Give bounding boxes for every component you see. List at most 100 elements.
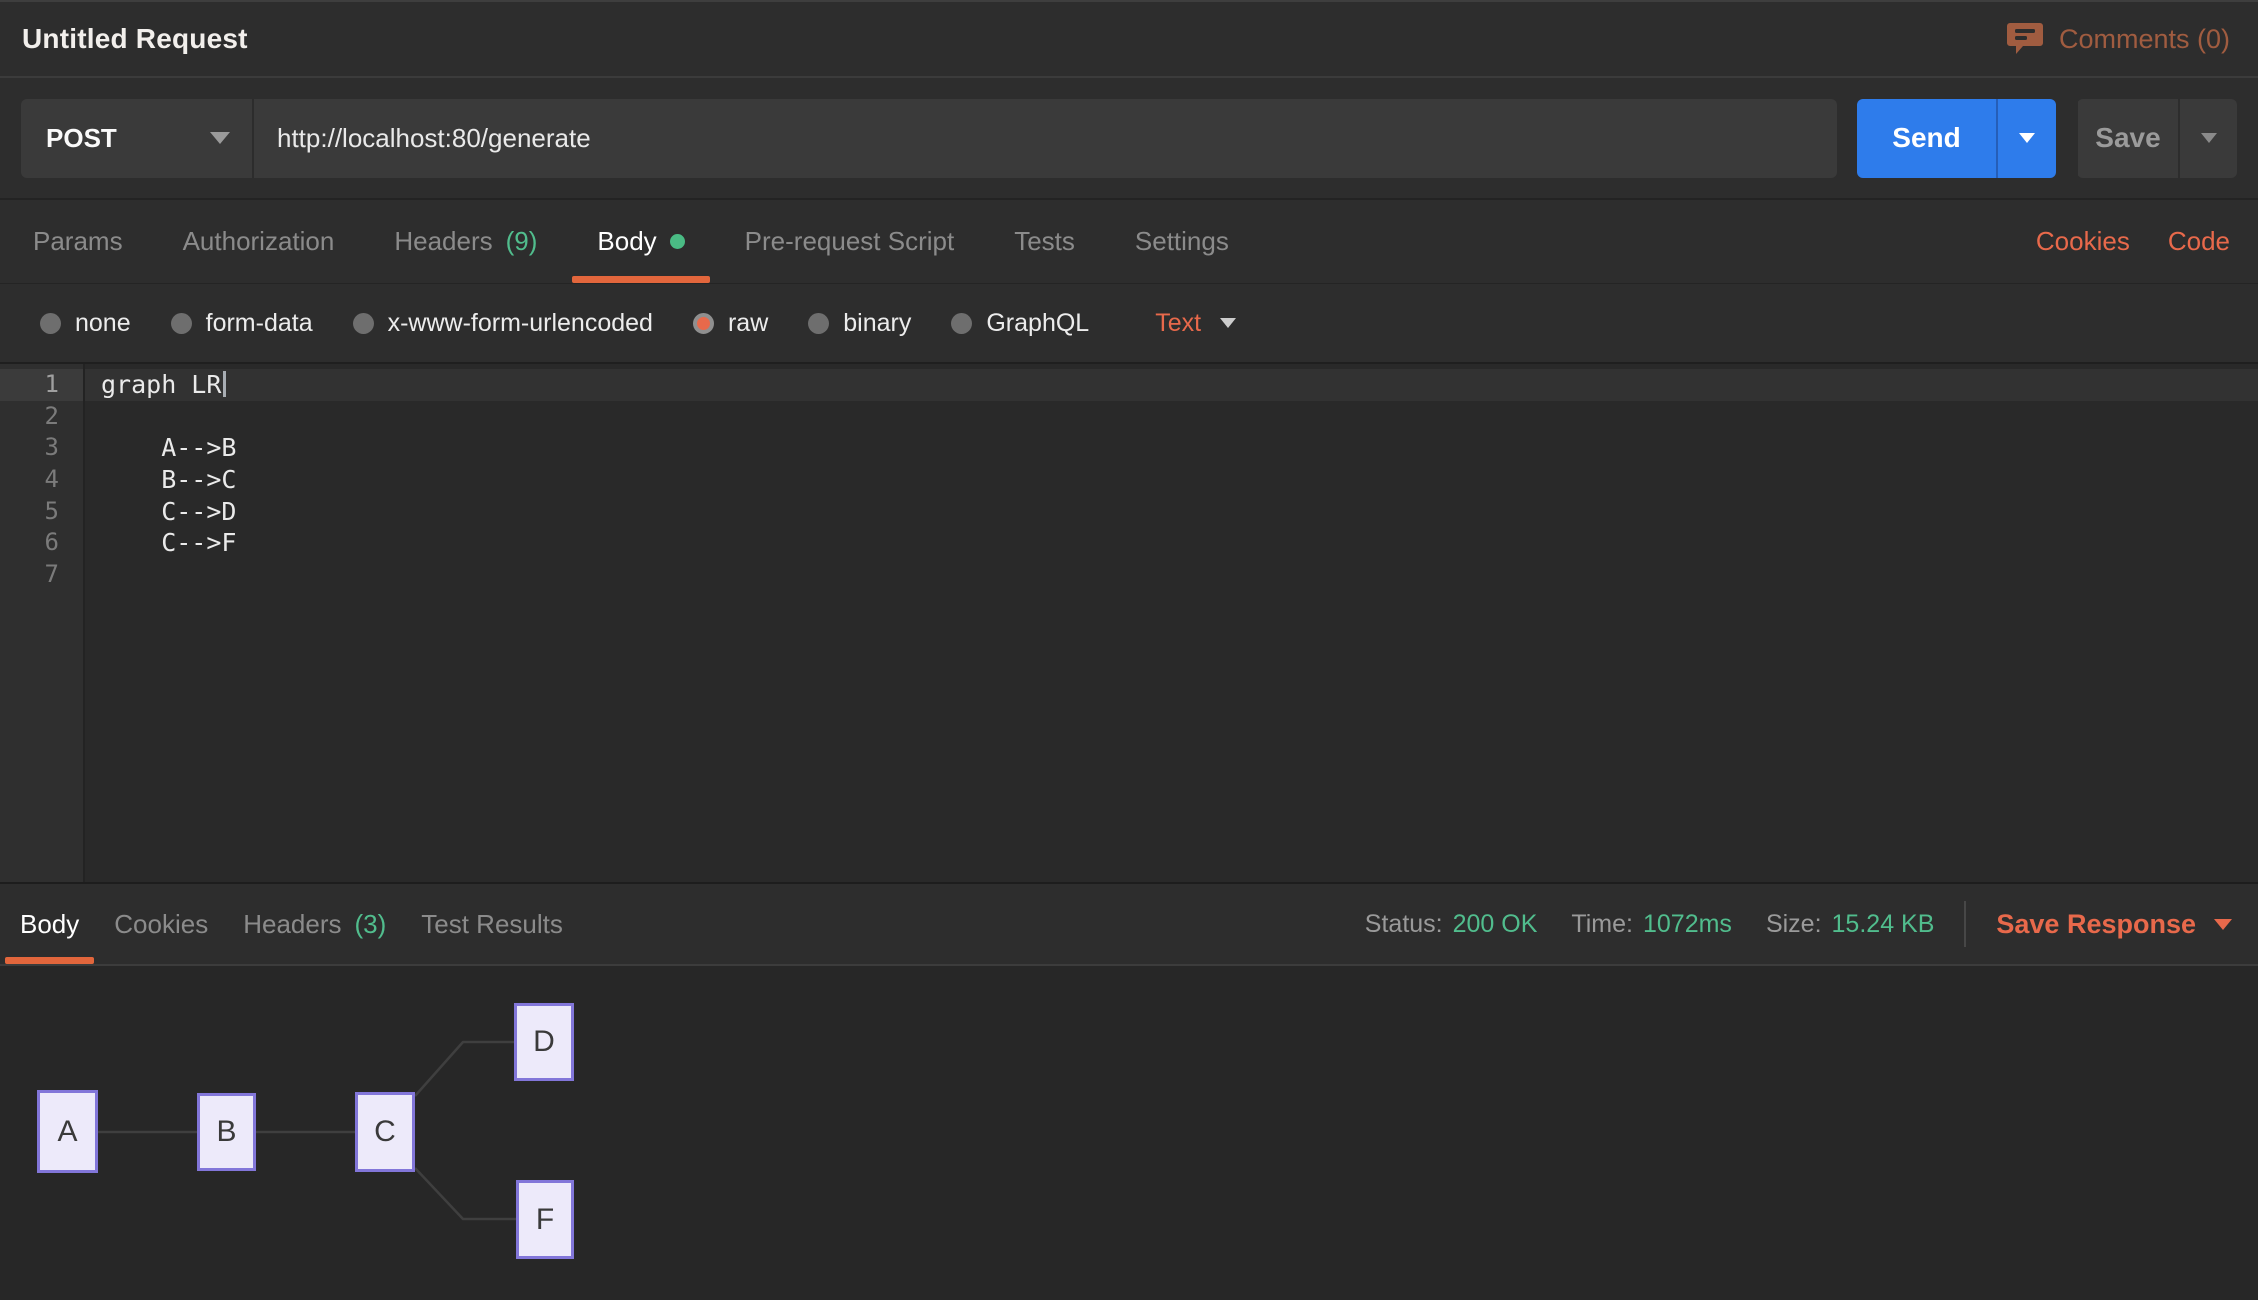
code-line[interactable]: B-->C	[85, 464, 2258, 496]
method-label: POST	[46, 123, 117, 154]
radio-icon	[171, 313, 192, 334]
radio-icon	[693, 313, 714, 334]
url-text: http://localhost:80/generate	[277, 123, 591, 154]
comment-icon	[2007, 23, 2043, 55]
size-value: 15.24 KB	[1832, 910, 1935, 939]
status-stat: Status: 200 OK	[1365, 910, 1538, 939]
body-type-radios: none form-data x-www-form-urlencoded raw bin…	[40, 309, 1089, 338]
tab-tests[interactable]: Tests	[989, 200, 1100, 283]
radio-icon	[40, 313, 61, 334]
app-window: Untitled Request Comments (0) POST http:…	[0, 0, 2258, 1300]
radio-icon	[353, 313, 374, 334]
chevron-down-icon	[2019, 133, 2035, 143]
url-input[interactable]: http://localhost:80/generate	[254, 99, 1837, 178]
send-button[interactable]: Send	[1857, 99, 1996, 178]
time-stat: Time: 1072ms	[1571, 910, 1732, 939]
tab-settings[interactable]: Settings	[1110, 200, 1254, 283]
comments-button[interactable]: Comments (0)	[2007, 23, 2230, 55]
radio-icon	[951, 313, 972, 334]
raw-format-label: Text	[1155, 309, 1201, 338]
url-composer: POST http://localhost:80/generate	[21, 99, 1837, 178]
request-tabs: Params Authorization Headers (9) Body Pr…	[0, 200, 1254, 283]
line-number: 5	[0, 496, 83, 528]
request-body-editor[interactable]: 1234567 graph LR A-->B B-->C C-->D C-->F	[0, 364, 2258, 882]
radio-label: x-www-form-urlencoded	[388, 309, 653, 338]
diagram-edge-C-F	[415, 1168, 516, 1219]
tab-headers[interactable]: Headers (9)	[369, 200, 562, 283]
code-line[interactable]: A-->B	[85, 432, 2258, 464]
chevron-down-icon	[2214, 919, 2232, 930]
response-tab-body[interactable]: Body	[5, 884, 94, 964]
save-response-button[interactable]: Save Response	[1996, 909, 2232, 940]
tab-body[interactable]: Body	[572, 200, 709, 283]
body-type-radio-x-www-form-urlencoded[interactable]: x-www-form-urlencoded	[353, 309, 653, 338]
save-response-label: Save Response	[1996, 909, 2196, 940]
body-modified-dot	[670, 234, 685, 249]
code-line[interactable]	[85, 559, 2258, 591]
response-stats: Status: 200 OK Time: 1072ms Size: 15.24 …	[1331, 884, 2258, 964]
tab-params[interactable]: Params	[8, 200, 148, 283]
diagram-node-A: A	[37, 1090, 98, 1173]
radio-icon	[808, 313, 829, 334]
diagram-edges	[0, 966, 2258, 1300]
time-value: 1072ms	[1643, 910, 1732, 939]
response-tab-cookies[interactable]: Cookies	[99, 884, 223, 964]
response-tab-test-results[interactable]: Test Results	[406, 884, 578, 964]
body-type-radio-form-data[interactable]: form-data	[171, 309, 313, 338]
cookies-link[interactable]: Cookies	[2036, 226, 2130, 257]
status-value: 200 OK	[1453, 910, 1538, 939]
code-line[interactable]: C-->D	[85, 496, 2258, 528]
tab-authorization[interactable]: Authorization	[158, 200, 360, 283]
save-split-button: Save	[2077, 99, 2237, 178]
raw-format-dropdown[interactable]: Text	[1155, 309, 1236, 338]
response-body-viewer: A B C D F	[0, 966, 2258, 1300]
comments-label: Comments (0)	[2059, 24, 2230, 55]
diagram-node-C: C	[355, 1092, 415, 1172]
code-line[interactable]: C-->F	[85, 527, 2258, 559]
line-number: 1	[0, 369, 83, 401]
radio-label: none	[75, 309, 131, 338]
code-line[interactable]: graph LR	[85, 369, 2258, 401]
headers-count-badge: (9)	[506, 226, 538, 257]
chevron-down-icon	[2201, 133, 2217, 143]
send-split-button: Send	[1857, 99, 2056, 178]
request-title: Untitled Request	[22, 23, 248, 55]
line-number: 4	[0, 464, 83, 496]
method-dropdown[interactable]: POST	[21, 99, 254, 178]
code-link[interactable]: Code	[2168, 226, 2230, 257]
diagram-node-F: F	[516, 1180, 574, 1259]
diagram-node-D: D	[514, 1003, 574, 1081]
code-line[interactable]	[85, 401, 2258, 433]
save-options-button[interactable]	[2178, 99, 2237, 178]
body-type-radio-none[interactable]: none	[40, 309, 131, 338]
response-tabs: Body Cookies Headers (3) Test Results	[0, 884, 578, 964]
editor-line-numbers: 1234567	[0, 364, 85, 882]
time-label: Time:	[1571, 910, 1633, 939]
body-type-radio-raw[interactable]: raw	[693, 309, 768, 338]
chevron-down-icon	[210, 132, 230, 144]
line-number: 2	[0, 401, 83, 433]
size-label: Size:	[1766, 910, 1822, 939]
line-number: 6	[0, 527, 83, 559]
send-options-button[interactable]	[1996, 99, 2056, 178]
diagram-node-B: B	[197, 1093, 256, 1171]
save-button[interactable]: Save	[2078, 99, 2178, 178]
editor-code-area[interactable]: graph LR A-->B B-->C C-->D C-->F	[85, 364, 2258, 882]
text-cursor	[223, 371, 226, 397]
radio-label: raw	[728, 309, 768, 338]
radio-label: GraphQL	[986, 309, 1089, 338]
url-builder-row: POST http://localhost:80/generate Send S…	[0, 78, 2258, 200]
radio-label: binary	[843, 309, 911, 338]
response-headers-count-badge: (3)	[354, 909, 386, 940]
request-tabs-links: Cookies Code	[2036, 200, 2258, 283]
chevron-down-icon	[1220, 318, 1236, 328]
body-type-radio-binary[interactable]: binary	[808, 309, 911, 338]
response-tab-headers[interactable]: Headers (3)	[228, 884, 401, 964]
tab-pre-request-script[interactable]: Pre-request Script	[720, 200, 980, 283]
size-stat: Size: 15.24 KB	[1766, 910, 1934, 939]
diagram-edge-C-D	[415, 1042, 514, 1096]
divider	[1964, 901, 1966, 947]
body-type-radio-graphql[interactable]: GraphQL	[951, 309, 1089, 338]
line-number: 7	[0, 559, 83, 591]
response-meta-bar: Body Cookies Headers (3) Test Results St…	[0, 882, 2258, 966]
